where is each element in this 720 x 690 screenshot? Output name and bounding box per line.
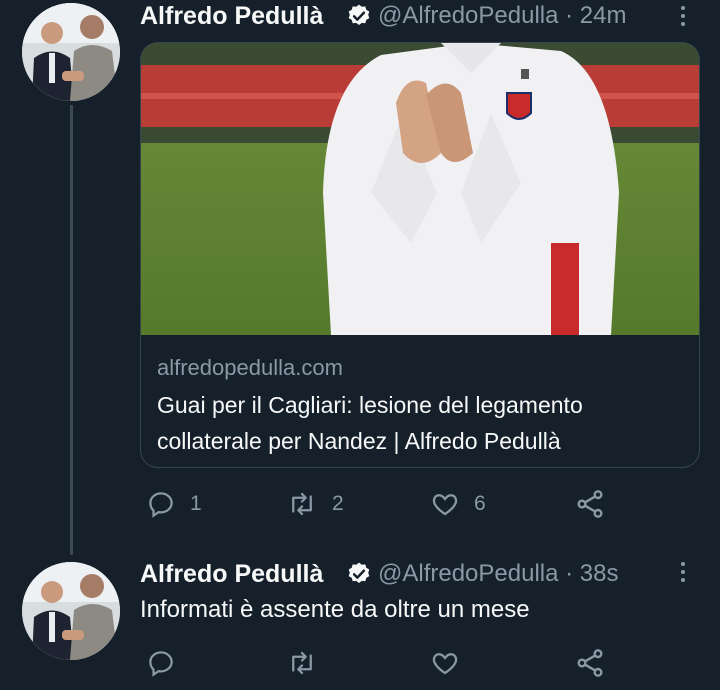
retweet-icon — [292, 651, 312, 675]
like-icon — [432, 494, 458, 516]
author-name[interactable]: Alfredo Pedullà — [140, 2, 323, 31]
like-icon — [432, 653, 458, 675]
retweet-button[interactable]: 2 — [286, 487, 344, 521]
retweet-button[interactable] — [286, 646, 332, 680]
tweet-1[interactable]: Alfredo Pedullà @AlfredoPedulla · 24m al… — [0, 0, 720, 560]
reply-icon — [149, 651, 173, 677]
like-count: 6 — [474, 492, 486, 515]
card-title: Guai per il Cagliari: lesione del legame… — [157, 392, 583, 454]
card-domain: alfredopedulla.com — [157, 355, 343, 380]
author-avatar[interactable] — [22, 3, 120, 101]
author-name[interactable]: Alfredo Pedullà — [140, 560, 323, 589]
link-preview-card[interactable]: alfredopedulla.com Guai per il Cagliari:… — [140, 42, 700, 468]
card-image — [141, 43, 699, 335]
share-icon — [577, 490, 603, 518]
author-handle-time[interactable]: @AlfredoPedulla · 24m — [378, 2, 626, 30]
retweet-count: 2 — [332, 492, 344, 515]
like-button[interactable]: 6 — [430, 487, 486, 521]
author-handle-time[interactable]: @AlfredoPedulla · 38s — [378, 560, 619, 588]
verified-badge-icon — [348, 562, 370, 583]
author-avatar[interactable] — [22, 562, 120, 660]
tweet-text: Informati è assente da oltre un mese — [140, 596, 530, 623]
reply-button[interactable] — [146, 646, 190, 680]
reply-button[interactable]: 1 — [146, 487, 202, 521]
more-options-icon[interactable] — [678, 2, 688, 32]
share-button[interactable] — [574, 646, 606, 680]
verified-badge-icon — [348, 4, 370, 25]
reply-icon — [149, 492, 173, 518]
like-button[interactable] — [430, 646, 474, 680]
tweet-actions — [140, 646, 620, 680]
tweet-actions: 1 2 6 — [140, 487, 620, 521]
reply-count: 1 — [190, 492, 202, 515]
share-button[interactable] — [574, 487, 606, 521]
more-options-icon[interactable] — [678, 558, 688, 588]
share-icon — [577, 649, 603, 677]
retweet-icon — [292, 492, 312, 516]
